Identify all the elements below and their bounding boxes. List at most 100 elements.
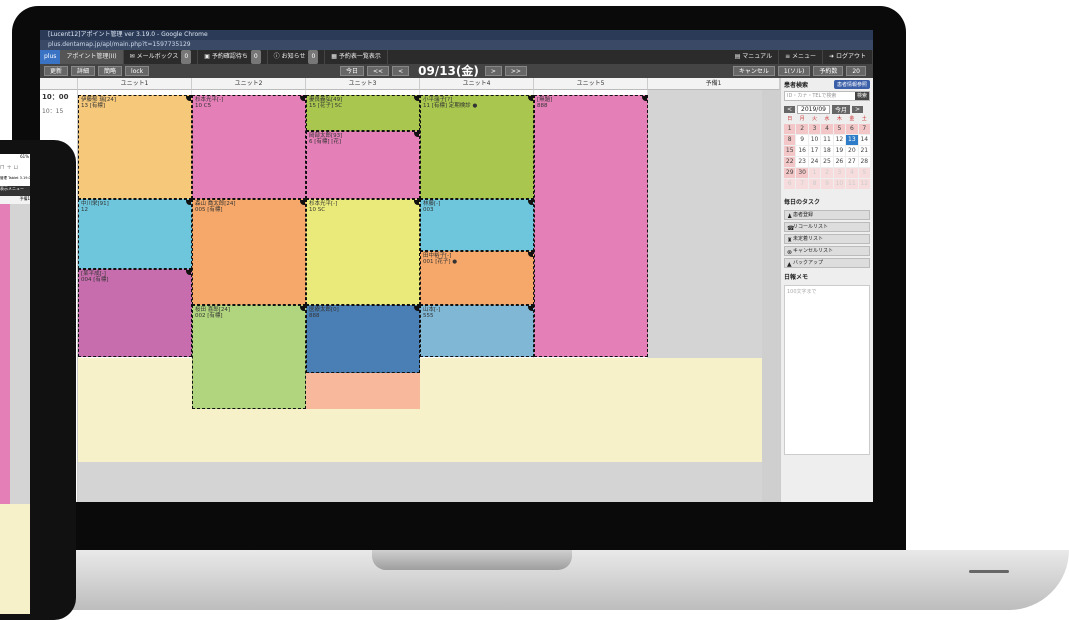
calendar-day[interactable]: 1: [808, 168, 821, 178]
calendar-day[interactable]: 2: [796, 124, 808, 134]
calendar-day[interactable]: 23: [796, 157, 808, 167]
calendar-day[interactable]: 12: [858, 179, 870, 189]
calendar-day[interactable]: 4: [846, 168, 858, 178]
prev-week-button[interactable]: <<: [367, 66, 390, 76]
schedule-scrollbar[interactable]: [762, 90, 780, 502]
menu-menu[interactable]: ≡ メニュー: [779, 50, 824, 64]
calendar-prev-button[interactable]: <: [784, 106, 796, 113]
patient-register-button[interactable]: ♟ 患者登録: [784, 210, 870, 220]
prev-day-button[interactable]: <: [392, 66, 410, 76]
menu-list[interactable]: ▦ 予約表一覧表示: [325, 50, 388, 64]
calendar-day[interactable]: 12: [833, 135, 846, 145]
detail-button[interactable]: 詳細: [71, 66, 96, 76]
appointment-card[interactable]: 中川栄[91] 12: [78, 199, 192, 269]
calendar-day[interactable]: 4: [821, 124, 833, 134]
cancel-list-button[interactable]: ⊗ キャンセルリスト: [784, 246, 870, 256]
calendar-day[interactable]: 3: [833, 168, 846, 178]
calendar-day[interactable]: 11: [821, 135, 833, 145]
calendar-day[interactable]: 19: [833, 146, 846, 156]
calendar-day[interactable]: 15: [784, 146, 796, 156]
menu-logout[interactable]: ➜ ログアウト: [823, 50, 873, 64]
appointment-card[interactable]: 伊藤郁 瑞[24] 13 [有標]: [78, 95, 192, 199]
recall-list-button[interactable]: ☎ リコールリスト: [784, 222, 870, 232]
refresh-button[interactable]: 更新: [44, 66, 69, 76]
calendar-today-button[interactable]: 今月: [831, 105, 850, 114]
calendar-day[interactable]: 2: [821, 168, 833, 178]
cancel-count: 1(ソル): [777, 66, 811, 76]
calendar-day[interactable]: 30: [796, 168, 808, 178]
calendar-day[interactable]: 5: [833, 124, 846, 134]
app-logo[interactable]: plus: [40, 50, 61, 64]
appointment-card[interactable]: 杉本光平[-] 10 SC: [306, 199, 420, 305]
appointment-card[interactable]: 小平瑞子[?] 11 [有標] 定期検診 ●: [420, 95, 534, 199]
today-button[interactable]: 今日: [340, 66, 365, 76]
calendar-day[interactable]: 21: [858, 146, 870, 156]
calendar-day[interactable]: 9: [796, 135, 808, 145]
patient-search-field[interactable]: ID・カナ・TELで検索 検索: [784, 91, 870, 101]
calendar-day[interactable]: 7: [796, 179, 808, 189]
appointment-card[interactable]: 医療太郎[0] 888: [306, 305, 420, 373]
calendar-day[interactable]: 6: [846, 124, 858, 134]
appointment-card[interactable]: [某平成[-] 004 [有標]: [78, 269, 192, 357]
menu-mailbox[interactable]: ✉ メールボックス 0: [124, 50, 199, 64]
url-bar[interactable]: plus.dentamap.jp/apl/main.php?t=15977351…: [40, 40, 873, 50]
calendar-nav: < 2019/09 今月 >: [784, 105, 870, 114]
simple-button[interactable]: 簡略: [98, 66, 123, 76]
calendar-day[interactable]: 8: [784, 135, 796, 145]
unsettled-list-button[interactable]: ♜ 未定着リスト: [784, 234, 870, 244]
menu-schedule[interactable]: ▣ 予約確認待ち 0: [198, 50, 268, 64]
appointment-card[interactable]: 岡部太郎[93] 6 [有標] [花]: [306, 131, 420, 199]
next-day-button[interactable]: >: [484, 66, 502, 76]
tablet-tab[interactable]: 表示: [0, 186, 8, 196]
calendar-day[interactable]: 27: [846, 157, 858, 167]
appointment-card[interactable]: 山本[-] 555: [420, 305, 534, 357]
calendar-day[interactable]: 3: [808, 124, 821, 134]
next-week-button[interactable]: >>: [504, 66, 527, 76]
calendar-day[interactable]: 26: [833, 157, 846, 167]
calendar-day[interactable]: 6: [784, 179, 796, 189]
menu-manual[interactable]: ▤ マニュアル: [729, 50, 780, 64]
tablet-appointment[interactable]: [0, 204, 10, 504]
task-label: バックアップ: [793, 260, 824, 266]
calendar-day[interactable]: 10: [833, 179, 846, 189]
calendar-day[interactable]: 9: [821, 179, 833, 189]
calendar-day[interactable]: 29: [784, 168, 796, 178]
appointment-card[interactable]: 桜田 喜郎[24] 002 [有標]: [192, 305, 306, 409]
calendar-day[interactable]: 8: [808, 179, 821, 189]
search-button[interactable]: 検索: [854, 92, 869, 100]
calendar-day[interactable]: 11: [846, 179, 858, 189]
calendar-day[interactable]: 22: [784, 157, 796, 167]
calendar-day[interactable]: 14: [858, 135, 870, 145]
calendar-day[interactable]: 25: [821, 157, 833, 167]
daily-memo-field[interactable]: 100文字まで: [784, 285, 870, 455]
calendar-day[interactable]: 17: [808, 146, 821, 156]
backup-button[interactable]: ▲ バックアップ: [784, 258, 870, 268]
calendar-day[interactable]: 18: [821, 146, 833, 156]
calendar-day[interactable]: 20: [846, 146, 858, 156]
calendar-day[interactable]: 5: [858, 168, 870, 178]
appointment-detail: 12: [81, 207, 88, 213]
cancel-button[interactable]: キャンセル: [732, 66, 775, 76]
tablet-menu[interactable]: メニュー: [8, 186, 24, 196]
calendar-day[interactable]: 24: [808, 157, 821, 167]
menu-appointment[interactable]: アポイント管理(II): [60, 50, 124, 64]
calendar-next-button[interactable]: >: [851, 106, 864, 113]
appointment-placeholder[interactable]: [306, 373, 420, 409]
menu-notice[interactable]: ⓘ お知らせ 0: [268, 50, 326, 64]
calendar-day[interactable]: 7: [858, 124, 870, 134]
appointment-card[interactable]: 杉本光平[-] 10 C5: [192, 95, 306, 199]
appointment-card[interactable]: 林藤[-] 003: [420, 199, 534, 251]
calendar-day[interactable]: 13: [846, 135, 858, 145]
calendar-day[interactable]: 10: [808, 135, 821, 145]
appointment-card[interactable]: 森山 喬太郎[24] 005 [有標]: [192, 199, 306, 305]
appointment-card[interactable]: 田中裕子[-] 001 [花子] ●: [420, 251, 534, 305]
lock-button[interactable]: lock: [125, 66, 150, 76]
patient-info-button[interactable]: 患者情報参照: [833, 80, 870, 89]
calendar-day[interactable]: 1: [784, 124, 796, 134]
appointment-detail: 005 [有標]: [195, 207, 223, 213]
calendar-day[interactable]: 28: [858, 157, 870, 167]
calendar-day[interactable]: 16: [796, 146, 808, 156]
appointment-card[interactable]: [無題] 888: [534, 95, 648, 357]
status-dot-icon: [528, 200, 533, 205]
appointment-card[interactable]: 妻良義弘[49] 15 [花子] 5C: [306, 95, 420, 131]
